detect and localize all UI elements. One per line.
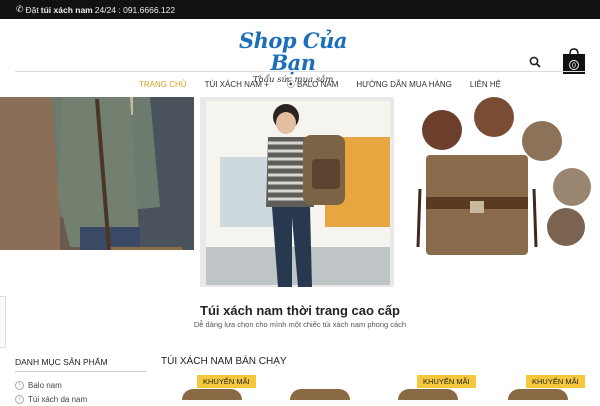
promo-badge: KHUYẾN MÃI [197, 375, 256, 388]
logo-brand: Shop Của Bạn [238, 28, 348, 75]
category-item-backpacks[interactable]: › Balo nam [15, 378, 87, 392]
topbar-phone: 24/24 : 091.6666.122 [94, 4, 176, 15]
search-icon[interactable] [529, 56, 541, 68]
category-item-leather[interactable]: › Túi xách da nam [15, 392, 87, 406]
phone-icon: ✆ [16, 4, 24, 14]
product-image[interactable] [182, 389, 242, 400]
banner-image-3[interactable] [406, 97, 600, 262]
topbar-bold: túi xách nam [40, 4, 93, 15]
main-nav: TRANG CHỦ TÚI XÁCH NAM + ⦿ BALO NAM HƯỚN… [15, 71, 585, 96]
nav-home[interactable]: TRANG CHỦ [139, 80, 187, 89]
chevron-right-icon: › [15, 394, 24, 404]
promo-badge: KHUYẾN MÃI [417, 375, 476, 388]
nav-contact[interactable]: LIÊN HỆ [470, 80, 501, 89]
category-title: DANH MỤC SẢN PHẨM [15, 357, 146, 372]
chevron-right-icon: › [15, 380, 24, 390]
topbar-prefix: Đặt [25, 4, 39, 15]
nav-backpacks[interactable]: ⦿ BALO NAM [287, 79, 339, 90]
category-label: Balo nam [28, 380, 62, 390]
product-image[interactable] [290, 389, 350, 400]
category-label: Túi xách da nam [28, 394, 88, 404]
banner-image-1[interactable] [0, 97, 194, 250]
nav-guide[interactable]: HƯỚNG DẪN MUA HÀNG [356, 80, 451, 89]
product-image[interactable] [398, 389, 458, 400]
banner-image-2[interactable] [200, 97, 394, 287]
nav-backpacks-label: BALO NAM [297, 79, 339, 89]
site-header: Shop Của Bạn Thẩu sức mua sắm 0 [0, 19, 600, 86]
section-title: Túi xách nam thời trang cao cấp [200, 303, 400, 318]
promo-badge: KHUYẾN MÃI [526, 375, 585, 388]
nav-mens-bags[interactable]: TÚI XÁCH NAM + [205, 80, 269, 89]
site-logo[interactable]: Shop Của Bạn Thẩu sức mua sắm [214, 30, 372, 86]
category-list: › Balo nam › Túi xách da nam [15, 378, 87, 406]
cart-count: 0 [572, 63, 576, 70]
cart-icon[interactable]: 0 [563, 47, 585, 74]
product-image[interactable] [508, 389, 568, 400]
target-icon: ⦿ [286, 79, 295, 89]
bestseller-title: TÚI XÁCH NAM BÁN CHẠY [161, 356, 287, 367]
section-subtitle: Dễ dàng lựa chọn cho mình một chiếc túi … [193, 320, 407, 329]
top-bar: ✆ Đặt túi xách nam 24/24 : 091.6666.122 [0, 0, 600, 19]
